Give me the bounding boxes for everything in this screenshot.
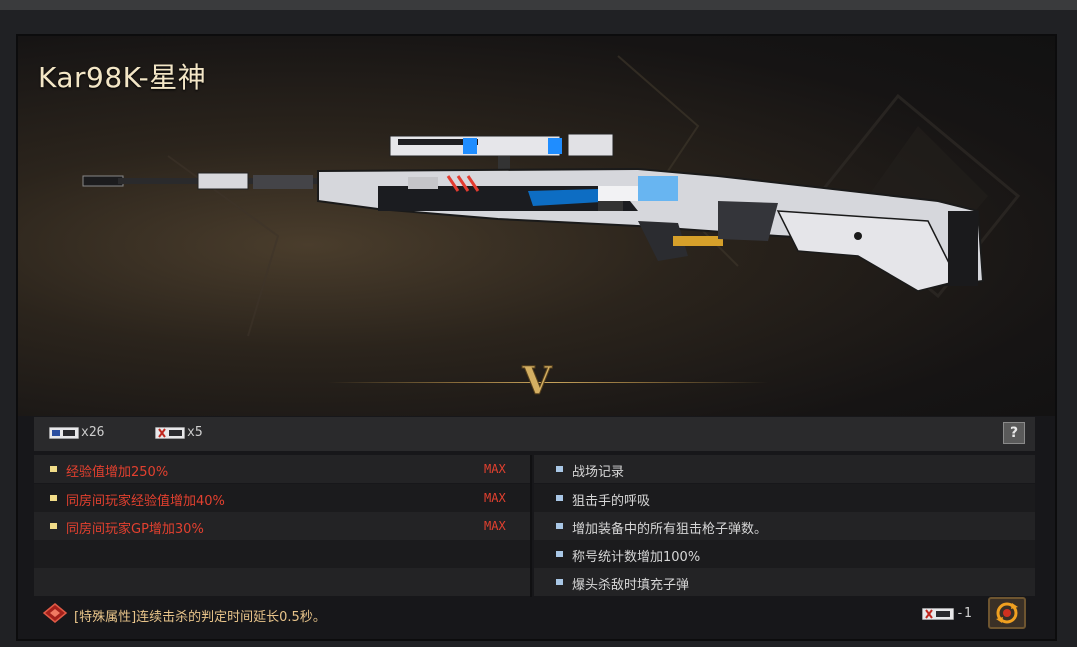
- medal-count-value: x26: [81, 425, 105, 440]
- top-strip: [0, 0, 1077, 10]
- attribute-text: 同房间玩家GP增加30%: [66, 522, 204, 537]
- perk-row: 称号统计数增加100%: [534, 540, 1035, 568]
- bullet-icon: [50, 523, 57, 529]
- cost-value: -1: [956, 606, 972, 621]
- upgrade-cost: -1: [922, 606, 972, 621]
- left-row-bg: [34, 568, 530, 596]
- cross-badge-icon: [922, 607, 954, 620]
- attribute-row: 同房间玩家GP增加30% MAX: [34, 512, 530, 540]
- attribute-row: 经验值增加250% MAX: [34, 455, 530, 483]
- left-row-bg: [34, 540, 530, 568]
- perk-row: 爆头杀敌时填充子弹: [534, 568, 1035, 596]
- cross-count: x5: [155, 425, 203, 440]
- rank-emblem: V: [521, 358, 554, 404]
- perk-text: 狙击手的呼吸: [572, 494, 651, 509]
- cross-count-value: x5: [187, 425, 203, 440]
- attribute-text: 同房间玩家经验值增加40%: [66, 494, 225, 509]
- bullet-icon: [556, 523, 563, 529]
- perk-row: 狙击手的呼吸: [534, 484, 1035, 512]
- cross-badge-icon: [155, 426, 185, 439]
- weapon-showcase: Kar98K-星神 V: [18, 36, 1055, 416]
- currency-bar: x26 x5 ?: [34, 417, 1035, 451]
- perk-row: 战场记录: [534, 455, 1035, 483]
- bullet-icon: [556, 551, 563, 557]
- help-button[interactable]: ?: [1003, 422, 1025, 444]
- attribute-text: 经验值增加250%: [66, 465, 169, 480]
- bullet-icon: [50, 495, 57, 501]
- special-attribute-text: [特殊属性]连续击杀的判定时间延长0.5秒。: [74, 610, 326, 625]
- attribute-row: 同房间玩家经验值增加40% MAX: [34, 484, 530, 512]
- refresh-button[interactable]: [988, 597, 1026, 629]
- perk-text: 战场记录: [572, 465, 625, 480]
- medal-badge-icon: [49, 426, 79, 439]
- weapon-name: Kar98K-星神: [38, 61, 207, 94]
- refresh-icon: [996, 602, 1018, 624]
- attribute-table: 经验值增加250% MAX 同房间玩家经验值增加40% MAX 同房间玩家GP增…: [34, 455, 1035, 597]
- rank-numeral: V: [521, 358, 553, 403]
- bullet-icon: [556, 579, 563, 585]
- bullet-icon: [50, 466, 57, 472]
- bullet-icon: [556, 495, 563, 501]
- column-divider: [530, 455, 532, 597]
- medal-count: x26: [49, 425, 104, 440]
- perk-row: 增加装备中的所有狙击枪子弹数。: [534, 512, 1035, 540]
- max-label: MAX: [484, 462, 506, 476]
- perk-text: 增加装备中的所有狙击枪子弹数。: [572, 522, 768, 537]
- kar98k-rifle-image: [82, 133, 985, 292]
- max-label: MAX: [484, 491, 506, 505]
- perk-text: 爆头杀敌时填充子弹: [572, 578, 690, 593]
- special-attribute-icon: [42, 603, 68, 623]
- perk-text: 称号统计数增加100%: [572, 550, 701, 565]
- max-label: MAX: [484, 519, 506, 533]
- bullet-icon: [556, 466, 563, 472]
